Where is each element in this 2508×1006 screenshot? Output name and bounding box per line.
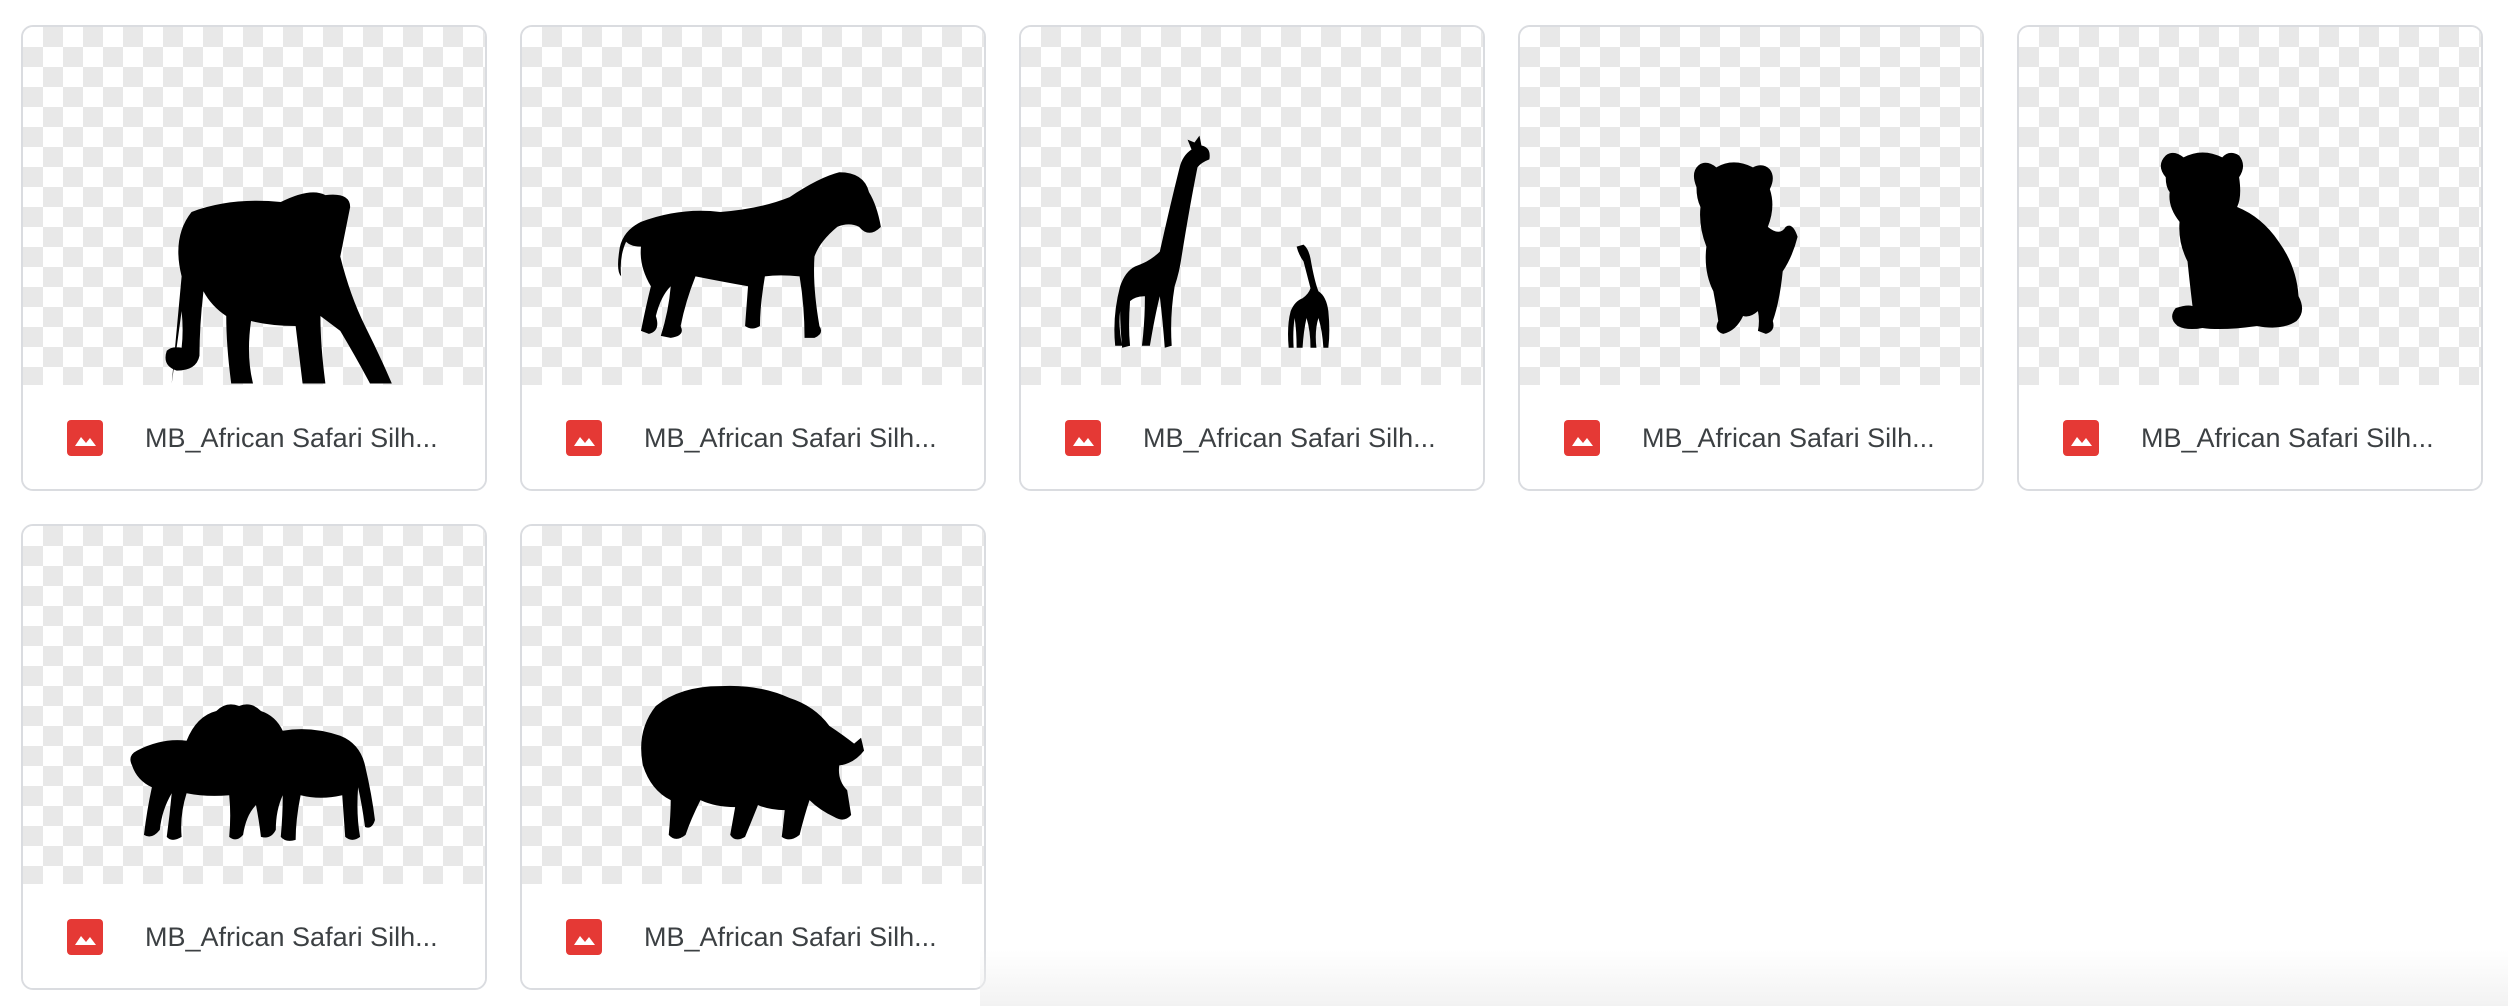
file-footer: MB_African Safari Silh... [522, 385, 984, 489]
lion-cub-walking-silhouette [1693, 162, 1798, 334]
image-file-icon [67, 919, 103, 955]
file-footer: MB_African Safari Silh... [23, 884, 485, 988]
file-name: MB_African Safari Silh... [644, 922, 937, 952]
file-footer: MB_African Safari Silh... [2019, 385, 2481, 489]
zebras-pair-silhouette [130, 704, 375, 841]
image-file-icon [2063, 420, 2099, 456]
file-thumbnail [23, 526, 485, 884]
scroll-fade [980, 950, 2508, 1006]
file-name: MB_African Safari Silh... [1642, 423, 1935, 453]
file-thumbnail [1021, 27, 1483, 385]
file-footer: MB_African Safari Silh... [522, 884, 984, 988]
image-file-icon [566, 919, 602, 955]
file-thumbnail [522, 27, 984, 385]
file-name: MB_African Safari Silh... [145, 922, 438, 952]
file-card[interactable]: MB_African Safari Silh... [21, 524, 487, 990]
file-card[interactable]: MB_African Safari Silh... [520, 524, 986, 990]
file-grid: MB_African Safari Silh... MB_African Saf… [0, 0, 2508, 1006]
file-name: MB_African Safari Silh... [2141, 423, 2434, 453]
file-footer: MB_African Safari Silh... [23, 385, 485, 489]
file-card[interactable]: MB_African Safari Silh... [1019, 25, 1485, 491]
image-file-icon [566, 420, 602, 456]
file-card[interactable]: MB_African Safari Silh... [21, 25, 487, 491]
file-name: MB_African Safari Silh... [644, 423, 937, 453]
file-name: MB_African Safari Silh... [1143, 423, 1436, 453]
file-footer: MB_African Safari Silh... [1021, 385, 1483, 489]
file-thumbnail [2019, 27, 2481, 385]
lion-cub-sitting-silhouette [2160, 152, 2303, 330]
file-footer: MB_African Safari Silh... [1520, 385, 1982, 489]
file-thumbnail [1520, 27, 1982, 385]
zebra-silhouette [618, 172, 881, 338]
file-card[interactable]: MB_African Safari Silh... [2017, 25, 2483, 491]
lioness-silhouette [165, 192, 392, 384]
image-file-icon [1564, 420, 1600, 456]
file-card[interactable]: MB_African Safari Silh... [1518, 25, 1984, 491]
rhino-silhouette [641, 685, 865, 840]
file-name: MB_African Safari Silh... [145, 423, 438, 453]
image-file-icon [67, 420, 103, 456]
image-file-icon [1065, 420, 1101, 456]
giraffes-silhouette [1114, 135, 1330, 348]
file-thumbnail [23, 27, 485, 385]
file-thumbnail [522, 526, 984, 884]
file-card[interactable]: MB_African Safari Silh... [520, 25, 986, 491]
